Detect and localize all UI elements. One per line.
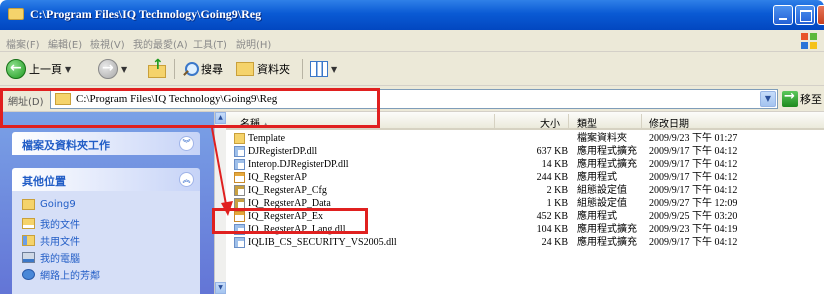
annotation-arrow-icon xyxy=(211,127,233,216)
